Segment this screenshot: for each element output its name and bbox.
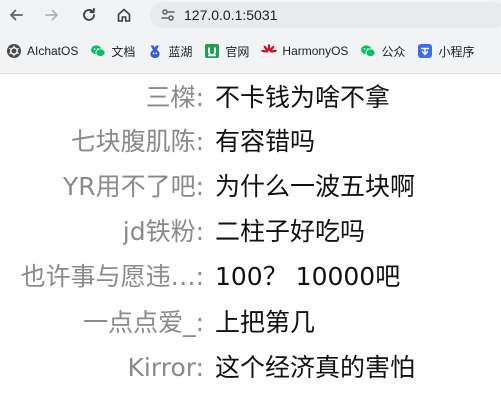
bookmark-docs[interactable]: 文档 xyxy=(90,43,135,60)
back-button[interactable] xyxy=(3,2,29,28)
wechat-icon xyxy=(90,43,106,59)
wechat-icon xyxy=(360,43,376,59)
upwork-icon xyxy=(204,43,220,59)
message-username: 一点点爱_: xyxy=(83,308,204,337)
message-text: 有容错吗 xyxy=(215,127,316,156)
bookmark-official-accounts[interactable]: 公众 xyxy=(360,43,405,60)
bookmark-harmonyos[interactable]: HarmonyOS xyxy=(261,43,348,59)
browser-toolbar: 127.0.0.1:5031 AIchatOS 文档 蓝湖 官网 Harmony… xyxy=(0,0,501,74)
back-arrow-icon xyxy=(10,9,23,21)
bookmark-label: HarmonyOS xyxy=(282,44,349,58)
message-row: jd铁粉: 二柱子好吃吗 xyxy=(0,210,501,254)
home-icon xyxy=(117,8,131,22)
message-row: 七块腹肌陈: 有容错吗 xyxy=(0,120,501,164)
message-text: 不卡钱为啥不拿 xyxy=(215,83,391,112)
message-text: 为什么一波五块啊 xyxy=(215,172,416,201)
message-text: 二柱子好吃吗 xyxy=(215,217,366,246)
navigation-row: 127.0.0.1:5031 xyxy=(0,0,501,32)
bookmark-aichatos[interactable]: AIchatOS xyxy=(6,43,78,59)
message-username: Kirror: xyxy=(127,353,204,382)
bookmark-label: 官网 xyxy=(225,44,250,59)
bookmark-label: AIchatOS xyxy=(27,44,79,58)
message-row: 也许事与愿违…: 100？ 10000吧 xyxy=(0,255,501,299)
mini-program-icon xyxy=(417,43,433,59)
message-text: 上把第几 xyxy=(215,308,316,337)
danmaku-message-list: 三榤: 不卡钱为啥不拿 七块腹肌陈: 有容错吗 YR用不了吧: 为什么一波五块啊… xyxy=(0,74,501,407)
bookmark-official-site[interactable]: 官网 xyxy=(204,43,249,60)
openai-icon xyxy=(6,43,22,59)
site-info-icon[interactable] xyxy=(160,7,176,23)
message-username: 三榤: xyxy=(145,83,204,112)
huawei-icon xyxy=(261,43,278,59)
message-row: YR用不了吧: 为什么一波五块啊 xyxy=(0,165,501,209)
message-username: YR用不了吧: xyxy=(62,172,204,201)
message-username: 也许事与愿违…: xyxy=(20,262,204,291)
url-text: 127.0.0.1:5031 xyxy=(184,7,278,23)
reload-icon xyxy=(83,7,95,21)
address-bar[interactable]: 127.0.0.1:5031 xyxy=(150,2,501,28)
message-text: 100？ 10000吧 xyxy=(215,262,401,291)
reload-button[interactable] xyxy=(76,2,102,28)
bookmark-label: 小程序 xyxy=(438,44,475,59)
bookmark-lanhu[interactable]: 蓝湖 xyxy=(147,43,192,60)
bookmarks-bar: AIchatOS 文档 蓝湖 官网 HarmonyOS 公众 小程序 xyxy=(0,38,501,64)
bookmark-label: 公众 xyxy=(381,44,406,59)
message-row: Kirror: 这个经济真的害怕 xyxy=(0,346,501,390)
lanhu-icon xyxy=(147,43,163,59)
message-row: 三榤: 不卡钱为啥不拿 xyxy=(0,76,501,120)
message-row: 一点点爱_: 上把第几 xyxy=(0,301,501,345)
message-username: 七块腹肌陈: xyxy=(70,127,204,156)
bookmark-label: 文档 xyxy=(111,44,136,59)
message-text: 这个经济真的害怕 xyxy=(215,353,416,382)
bookmark-mini-program[interactable]: 小程序 xyxy=(417,43,474,60)
bookmark-label: 蓝湖 xyxy=(168,44,193,59)
message-username: jd铁粉: xyxy=(122,217,204,246)
forward-button[interactable] xyxy=(39,2,65,28)
forward-arrow-icon xyxy=(45,9,58,21)
home-button[interactable] xyxy=(111,2,137,28)
